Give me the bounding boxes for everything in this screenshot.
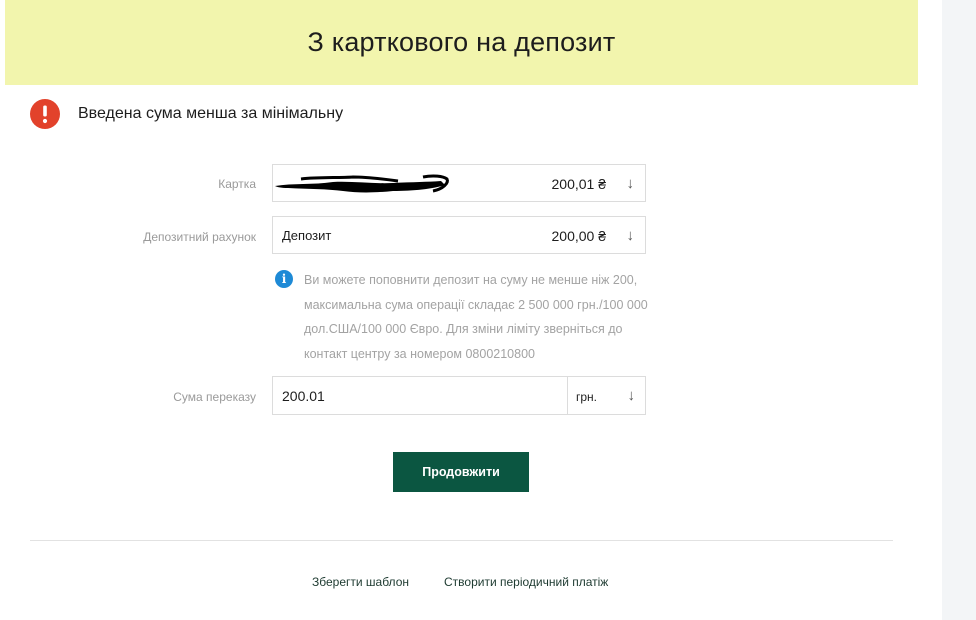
deposit-balance: 200,00 ₴ (551, 228, 607, 244)
create-periodic-payment-link[interactable]: Створити періодичний платіж (444, 575, 608, 589)
amount-input[interactable] (273, 377, 567, 414)
chevron-down-icon: ↓ (627, 387, 636, 404)
amount-field: грн. ↓ (272, 376, 646, 415)
currency-select[interactable]: грн. ↓ (567, 377, 645, 414)
page-header: З карткового на депозит (5, 0, 918, 85)
exclamation-icon (30, 99, 60, 129)
page-title: З карткового на депозит (307, 27, 616, 57)
deposit-select[interactable]: Депозит 200,00 ₴ ↓ (272, 216, 646, 254)
deposit-limit-info: Ви можете поповнити депозит на суму не м… (304, 273, 648, 361)
card-label: Картка (218, 177, 256, 191)
card-balance: 200,01 ₴ (551, 176, 607, 192)
currency-label: грн. (576, 390, 598, 404)
error-banner: Введена сума менша за мінімальну (30, 99, 343, 129)
save-template-link[interactable]: Зберегти шаблон (312, 575, 409, 589)
divider (30, 540, 893, 541)
deposit-label: Депозитний рахунок (143, 230, 256, 244)
right-rail (942, 0, 976, 620)
error-message: Введена сума менша за мінімальну (78, 105, 344, 122)
info-icon: i (275, 270, 293, 288)
card-select[interactable]: 200,01 ₴ ↓ (272, 164, 646, 202)
chevron-down-icon: ↓ (626, 175, 635, 192)
amount-label: Сума переказу (173, 390, 256, 404)
chevron-down-icon: ↓ (626, 227, 635, 244)
continue-button[interactable]: Продовжити (393, 452, 529, 492)
deposit-name: Депозит (282, 228, 332, 243)
redaction-scribble (275, 174, 449, 193)
